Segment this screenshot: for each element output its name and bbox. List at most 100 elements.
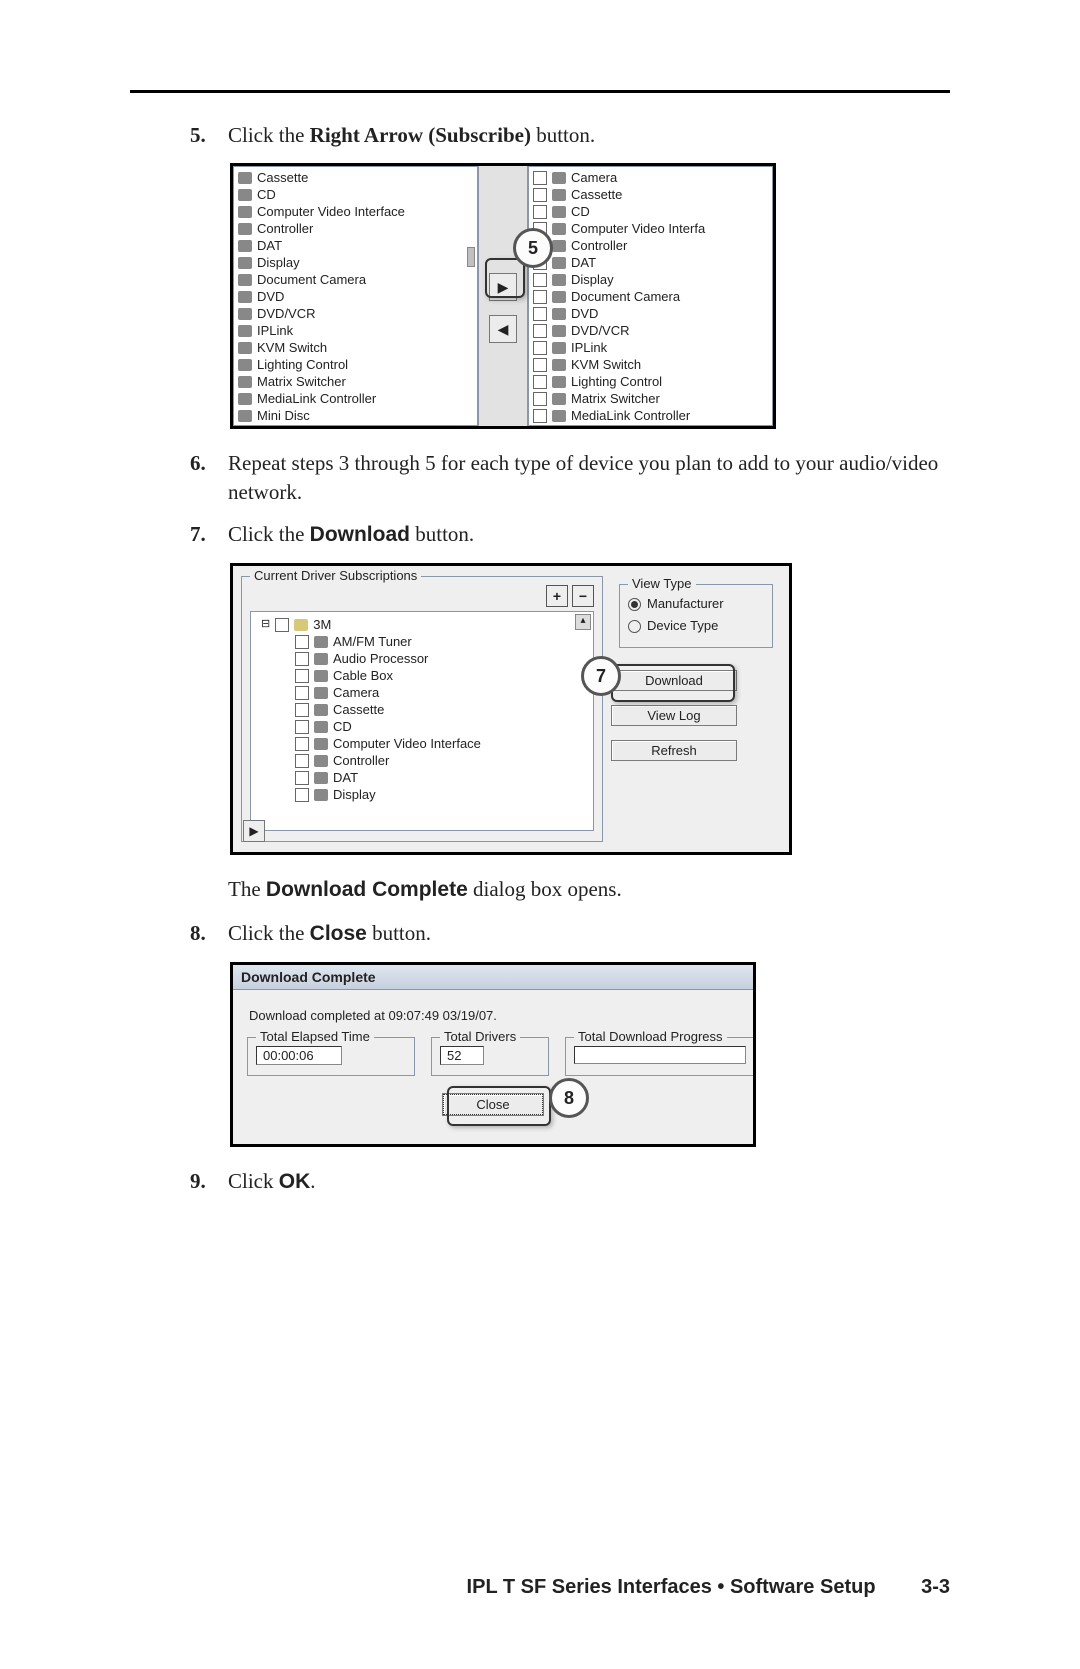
tree-item-label: DAT	[333, 769, 358, 786]
checkbox-icon[interactable]	[533, 426, 547, 427]
checkbox-icon[interactable]	[295, 703, 309, 717]
checkbox-icon[interactable]	[533, 392, 547, 406]
tree-item-label: CD	[257, 186, 276, 203]
checkbox-icon[interactable]	[295, 652, 309, 666]
tree-item[interactable]: IPLink	[238, 322, 473, 339]
tree-item[interactable]: DVD/VCR	[533, 322, 768, 339]
tree-item[interactable]: DAT	[533, 254, 768, 271]
checkbox-icon[interactable]	[295, 771, 309, 785]
tree-item[interactable]: CD	[238, 186, 473, 203]
device-icon	[238, 325, 252, 337]
tree-item[interactable]: DAT	[238, 237, 473, 254]
tree-item[interactable]: Cassette	[295, 701, 589, 718]
tree-item[interactable]: Controller	[238, 220, 473, 237]
step-6-text: Repeat steps 3 through 5 for each type o…	[228, 449, 950, 506]
tree-item[interactable]: Computer Video Interface	[238, 203, 473, 220]
tree-item[interactable]: Cassette	[533, 186, 768, 203]
tree-item[interactable]: Mini Disc	[533, 424, 768, 426]
checkbox-icon[interactable]	[533, 188, 547, 202]
tree-item[interactable]: Audio Processor	[295, 650, 589, 667]
unsubscribe-button[interactable]: ◀	[489, 315, 517, 343]
tree-item[interactable]: Controller	[533, 237, 768, 254]
tree-item[interactable]: DVD	[533, 305, 768, 322]
device-icon	[314, 636, 328, 648]
tree-item[interactable]: KVM Switch	[238, 339, 473, 356]
tree-item[interactable]: Display	[295, 786, 589, 803]
tree-item[interactable]: MediaLink Controller	[238, 390, 473, 407]
tree-item[interactable]: AM/FM Tuner	[295, 633, 589, 650]
tree-item[interactable]: Computer Video Interface	[295, 735, 589, 752]
tree-item-label: Cassette	[571, 186, 622, 203]
tree-item[interactable]: Lighting Control	[238, 356, 473, 373]
checkbox-icon[interactable]	[533, 307, 547, 321]
tree-item[interactable]: Display	[533, 271, 768, 288]
tree-item[interactable]: Camera	[533, 169, 768, 186]
tree-item[interactable]: CD	[295, 718, 589, 735]
arrow-left-icon: ◀	[498, 321, 509, 338]
checkbox-icon[interactable]	[295, 737, 309, 751]
step-5-text-b: Right Arrow (Subscribe)	[310, 123, 531, 147]
checkbox-icon[interactable]	[533, 273, 547, 287]
checkbox-icon[interactable]	[533, 171, 547, 185]
refresh-button[interactable]: Refresh	[611, 740, 737, 761]
device-icon	[238, 223, 252, 235]
page-footer: IPL T SF Series Interfaces • Software Se…	[0, 1576, 1080, 1599]
checkbox-icon[interactable]	[533, 358, 547, 372]
tree-item[interactable]: DVD/VCR	[238, 305, 473, 322]
collapse-all-button[interactable]: −	[572, 585, 594, 607]
tree-item[interactable]: Lighting Control	[533, 373, 768, 390]
checkbox-icon[interactable]	[533, 205, 547, 219]
expand-all-button[interactable]: +	[546, 585, 568, 607]
checkbox-icon[interactable]	[533, 324, 547, 338]
tree-item[interactable]: Cassette	[238, 169, 473, 186]
device-icon	[314, 704, 328, 716]
tree-item[interactable]: IPLink	[533, 339, 768, 356]
tree-item-label: Controller	[257, 220, 313, 237]
tree-item[interactable]: Mini Disc	[238, 407, 473, 424]
tree-item[interactable]: DVD	[238, 288, 473, 305]
device-icon	[314, 687, 328, 699]
step-8-num: 8.	[190, 919, 228, 948]
device-icon	[552, 240, 566, 252]
tree-item[interactable]: KVM Switch	[533, 356, 768, 373]
tree-item[interactable]: Camera	[295, 684, 589, 701]
checkbox-icon[interactable]	[533, 290, 547, 304]
tree-item[interactable]: DAT	[295, 769, 589, 786]
checkbox-icon[interactable]	[295, 788, 309, 802]
checkbox-icon[interactable]	[295, 754, 309, 768]
scrollbar-grip[interactable]	[467, 247, 475, 267]
device-icon	[238, 274, 252, 286]
checkbox-icon[interactable]	[295, 669, 309, 683]
checkbox-icon[interactable]	[295, 635, 309, 649]
tree-item[interactable]: Display	[238, 254, 473, 271]
checkbox-icon[interactable]	[295, 720, 309, 734]
tree-item[interactable]: Controller	[295, 752, 589, 769]
tree-item[interactable]: Matrix Switcher	[533, 390, 768, 407]
tree-right[interactable]: CameraCassetteCDComputer Video InterfaCo…	[528, 166, 773, 426]
tree-item[interactable]: Computer Video Interfa	[533, 220, 768, 237]
tree-left[interactable]: CassetteCDComputer Video InterfaceContro…	[233, 166, 478, 426]
checkbox-icon[interactable]	[533, 409, 547, 423]
device-icon	[238, 206, 252, 218]
tree-item[interactable]: CD	[533, 203, 768, 220]
view-log-button[interactable]: View Log	[611, 705, 737, 726]
radio-manufacturer[interactable]: Manufacturer	[628, 593, 764, 615]
checkbox-icon[interactable]	[533, 341, 547, 355]
checkbox-icon[interactable]	[295, 686, 309, 700]
tree-item[interactable]: Document Camera	[238, 271, 473, 288]
device-icon	[314, 721, 328, 733]
checkbox-icon[interactable]	[533, 375, 547, 389]
footer-title: IPL T SF Series Interfaces • Software Se…	[467, 1576, 876, 1598]
tree-item-label: Cassette	[257, 169, 308, 186]
tree-item[interactable]: Matrix Switcher	[238, 373, 473, 390]
scroll-up-icon[interactable]: ▴	[575, 614, 591, 630]
radio-device-type[interactable]: Device Type	[628, 615, 764, 637]
tree-item-label: DVD/VCR	[257, 305, 316, 322]
corner-arrow-button[interactable]: ▶	[243, 820, 265, 842]
tree-item[interactable]: Cable Box	[295, 667, 589, 684]
subscriptions-tree[interactable]: ▴ ⊟ 3M AM/FM TunerAudio ProcessorCable B…	[250, 611, 594, 831]
tree-item[interactable]: MediaLink Controller	[533, 407, 768, 424]
progress-bar	[574, 1046, 746, 1064]
step-5-text-a: Click the	[228, 123, 310, 147]
tree-item[interactable]: Document Camera	[533, 288, 768, 305]
